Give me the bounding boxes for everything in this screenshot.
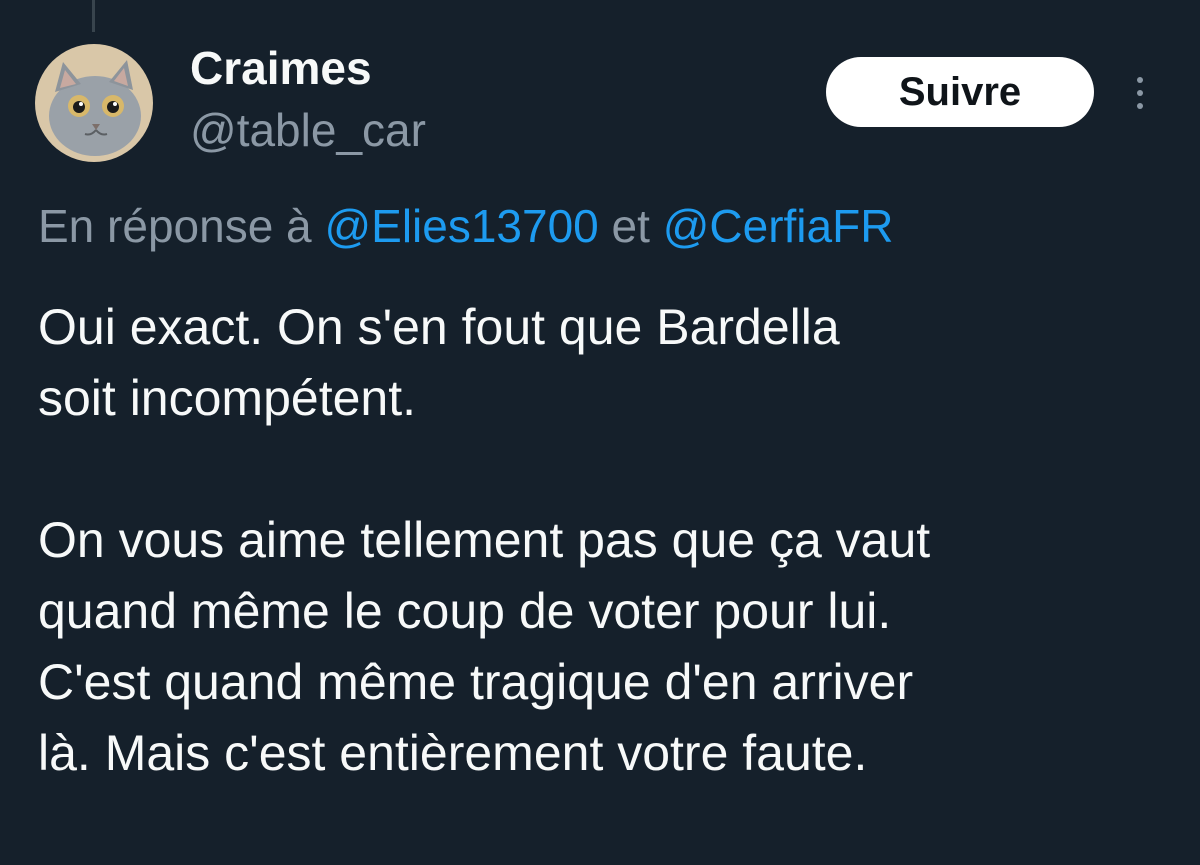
avatar[interactable]	[35, 44, 153, 162]
tweet-paragraph: On vous aime tellement pas que ça vaut q…	[38, 512, 931, 781]
follow-button[interactable]: Suivre	[826, 57, 1094, 127]
author-display-name[interactable]: Craimes	[190, 42, 372, 94]
more-dot	[1137, 77, 1143, 83]
reply-context: En réponse à @Elies13700 et @CerfiaFR	[38, 196, 893, 256]
more-vertical-icon[interactable]	[1120, 68, 1160, 118]
more-dot	[1137, 103, 1143, 109]
reply-conjunction: et	[611, 200, 650, 252]
reply-mention-cerfiafr[interactable]: @CerfiaFR	[663, 200, 894, 252]
tweet-paragraph: Oui exact. On s'en fout que Bardella soi…	[38, 299, 840, 426]
thread-connector-line	[92, 0, 95, 32]
reply-mention-elies13700[interactable]: @Elies13700	[324, 200, 598, 252]
author-handle[interactable]: @table_car	[190, 104, 426, 156]
cat-avatar-icon	[35, 44, 153, 162]
tweet-text: Oui exact. On s'en fout que Bardella soi…	[38, 292, 1178, 789]
more-dot	[1137, 90, 1143, 96]
reply-prefix: En réponse à	[38, 200, 312, 252]
